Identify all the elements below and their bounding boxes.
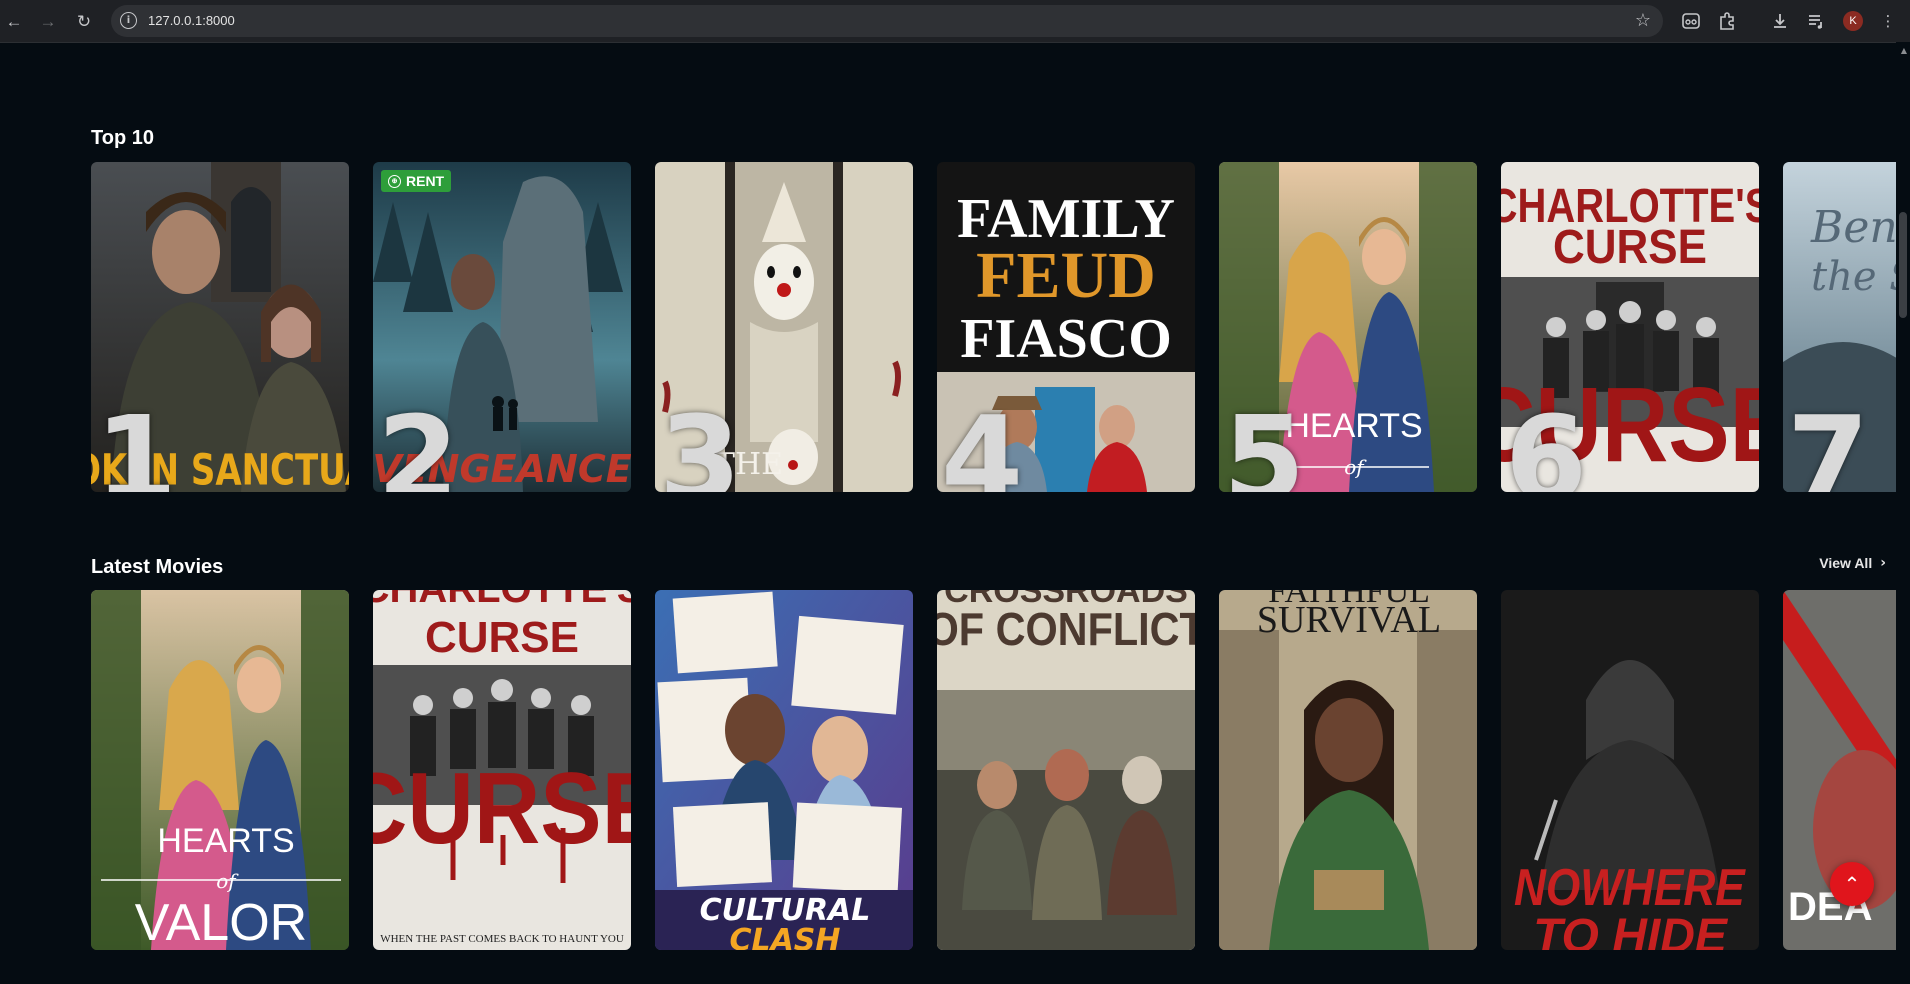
top10-card-3[interactable]: THE 3: [655, 162, 913, 492]
rank-number: 4: [941, 390, 1024, 492]
rank-number: 6: [1505, 390, 1588, 492]
top10-card-6[interactable]: CHARLOTTE'S CURSE CURSE 6: [1501, 162, 1759, 492]
top10-heading: Top 10: [91, 127, 154, 149]
rank-number: 5: [1223, 390, 1306, 492]
top10-card-4[interactable]: FAMILY FEUD FIASCO 4: [937, 162, 1195, 492]
poster-image: NOWHERE TO HIDE: [1501, 590, 1759, 950]
rent-badge-label: RENT: [406, 173, 445, 189]
site-info-icon[interactable]: i: [120, 12, 137, 29]
poster-title-line2: CURSE: [425, 613, 579, 662]
reload-icon[interactable]: ↻: [72, 9, 96, 33]
forward-icon[interactable]: →: [36, 9, 60, 33]
poster-title-line2: the S: [1811, 254, 1896, 300]
menu-kebab-icon[interactable]: ⋮: [1876, 9, 1900, 33]
download-icon[interactable]: [1768, 9, 1792, 33]
latest-card-5[interactable]: FAITHFUL SURVIVAL: [1219, 590, 1477, 950]
browser-toolbar: ← → ↻ i 127.0.0.1:8000 ☆ K ⋮: [0, 0, 1910, 43]
latest-row: HEARTS of VALOR CHARLOTTE'S CURSE CURSE …: [91, 590, 1896, 952]
poster-title-line2: CLASH: [729, 923, 840, 950]
view-all-label[interactable]: View All: [1819, 555, 1872, 571]
rank-number: 1: [95, 390, 178, 492]
chevron-right-icon: ›: [1880, 555, 1886, 571]
bookmark-star-icon[interactable]: ☆: [1635, 10, 1651, 31]
address-bar[interactable]: i 127.0.0.1:8000 ☆: [111, 5, 1663, 37]
latest-card-4[interactable]: CROSSROADS OF CONFLICT: [937, 590, 1195, 950]
poster-image: HEARTS of VALOR: [91, 590, 349, 950]
page-scrollbar[interactable]: ▲: [1896, 42, 1910, 984]
poster-tagline: WHEN THE PAST COMES BACK TO HAUNT YOU: [380, 933, 624, 945]
poster-title-line1: Ben: [1810, 202, 1896, 253]
top10-row: BROKEN SANCTUARY 1 VENGEANCE ⊕ RENT 2: [91, 162, 1896, 520]
poster-title-line3: FIASCO: [960, 308, 1172, 370]
poster-title-line1: HEARTS: [157, 822, 294, 860]
view-all-link[interactable]: View All ›: [1819, 555, 1886, 571]
scroll-up-icon[interactable]: ▲: [1901, 46, 1907, 55]
poster-title-line2: TO HIDE: [1533, 910, 1729, 950]
top10-card-7[interactable]: Ben the S 7: [1783, 162, 1896, 492]
top10-card-5[interactable]: HEARTS of 5: [1219, 162, 1477, 492]
poster-title-line1: CHARLOTTE'S: [373, 590, 631, 611]
top10-card-2[interactable]: VENGEANCE ⊕ RENT 2: [373, 162, 631, 492]
poster-image: CHARLOTTE'S CURSE CURSE WHEN THE PAST CO…: [373, 590, 631, 950]
rank-number: 3: [659, 390, 742, 492]
media-queue-icon[interactable]: [1804, 9, 1828, 33]
incognito-icon[interactable]: [1679, 9, 1703, 33]
rent-badge: ⊕ RENT: [381, 170, 452, 192]
latest-heading: Latest Movies: [91, 556, 224, 578]
rent-icon: ⊕: [388, 174, 401, 188]
latest-card-3[interactable]: CULTURAL CLASH: [655, 590, 913, 950]
poster-image: CROSSROADS OF CONFLICT: [937, 590, 1195, 950]
poster-title-line1: HEARTS: [1285, 407, 1422, 445]
rank-number: 2: [377, 390, 460, 492]
profile-avatar[interactable]: K: [1843, 11, 1863, 31]
poster-title-line2: FEUD: [976, 239, 1156, 312]
poster-image: CULTURAL CLASH: [655, 590, 913, 950]
poster-title-line2: CURSE: [1553, 219, 1707, 273]
extensions-icon[interactable]: [1715, 9, 1739, 33]
poster-image: FAITHFUL SURVIVAL: [1219, 590, 1477, 950]
url-text[interactable]: 127.0.0.1:8000: [148, 13, 235, 28]
latest-card-6[interactable]: NOWHERE TO HIDE: [1501, 590, 1759, 950]
scroll-thumb[interactable]: [1899, 212, 1907, 318]
scroll-to-top-button[interactable]: ⌃: [1830, 862, 1874, 906]
back-icon[interactable]: ←: [2, 9, 26, 33]
poster-title-line2: OF CONFLICT: [937, 604, 1195, 656]
latest-card-1[interactable]: HEARTS of VALOR: [91, 590, 349, 950]
poster-title-line3: VALOR: [135, 894, 307, 950]
latest-card-2[interactable]: CHARLOTTE'S CURSE CURSE WHEN THE PAST CO…: [373, 590, 631, 950]
poster-title-line1: NOWHERE: [1514, 859, 1746, 917]
rank-number: 7: [1787, 390, 1870, 492]
chevron-up-icon: ⌃: [1843, 872, 1861, 896]
top10-card-1[interactable]: BROKEN SANCTUARY 1: [91, 162, 349, 492]
poster-title-line2: SURVIVAL: [1257, 599, 1441, 641]
